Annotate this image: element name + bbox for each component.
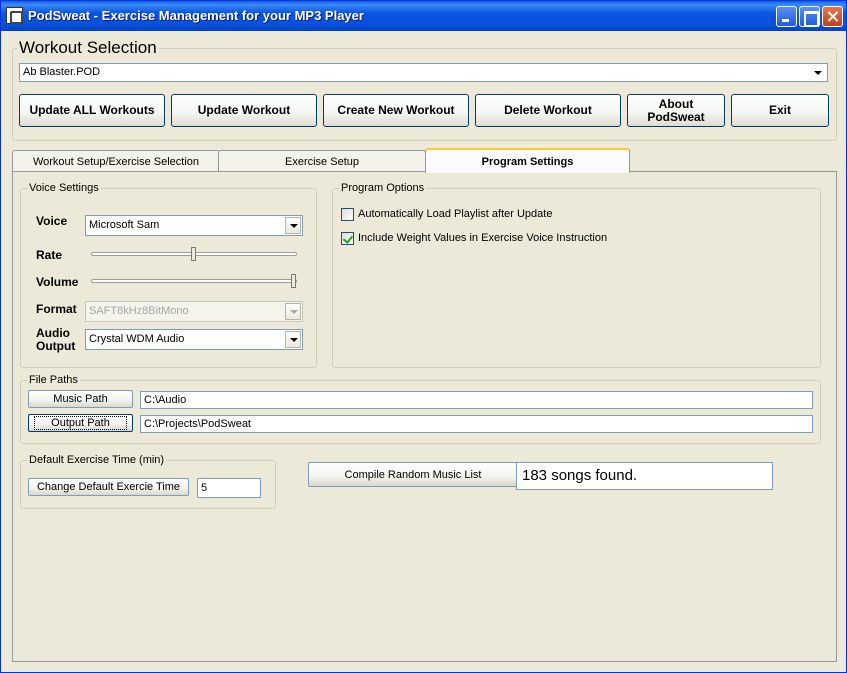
voice-settings-legend: Voice Settings xyxy=(29,182,99,194)
audio-output-label-line2: Output xyxy=(36,339,76,353)
update-all-workouts-button[interactable]: Update ALL Workouts xyxy=(19,94,165,127)
music-path-button[interactable]: Music Path xyxy=(28,390,133,408)
maximize-button[interactable] xyxy=(799,6,820,27)
volume-label: Volume xyxy=(36,275,79,289)
app-window: PodSweat - Exercise Management for your … xyxy=(0,0,847,673)
voice-label: Voice xyxy=(36,214,68,228)
volume-slider-thumb[interactable] xyxy=(291,274,296,288)
audio-output-label-line1: Audio xyxy=(36,326,70,340)
about-podsweat-button[interactable]: About PodSweat xyxy=(627,94,725,127)
tab-exercise-setup[interactable]: Exercise Setup xyxy=(218,150,426,172)
chevron-down-icon[interactable] xyxy=(285,217,301,234)
chevron-down-icon[interactable] xyxy=(810,65,826,80)
delete-workout-button[interactable]: Delete Workout xyxy=(475,94,621,127)
tab-program-settings[interactable]: Program Settings xyxy=(425,148,630,173)
workout-select-value: Ab Blaster.POD xyxy=(23,66,101,78)
exit-label: Exit xyxy=(768,103,791,117)
auto-load-playlist-label[interactable]: Automatically Load Playlist after Update xyxy=(358,208,552,220)
compile-status-field: 183 songs found. xyxy=(516,462,773,490)
output-path-button-label: Output Path xyxy=(34,416,127,430)
tab-workout-setup-label: Workout Setup/Exercise Selection xyxy=(32,155,200,168)
voice-select[interactable]: Microsoft Sam xyxy=(85,215,303,236)
program-options-legend: Program Options xyxy=(341,182,425,194)
voice-select-value: Microsoft Sam xyxy=(89,219,160,231)
tab-exercise-setup-label: Exercise Setup xyxy=(285,155,359,168)
tab-program-settings-label: Program Settings xyxy=(481,155,574,168)
update-workout-label: Update Workout xyxy=(197,103,291,117)
about-label-line1: About xyxy=(658,96,694,111)
output-path-button[interactable]: Output Path xyxy=(28,414,133,432)
delete-workout-label: Delete Workout xyxy=(504,103,592,117)
program-settings-panel: Voice Settings Voice Microsoft Sam Rate … xyxy=(12,171,837,662)
change-default-time-button[interactable]: Change Default Exercie Time xyxy=(28,478,189,496)
format-select-value: SAFT8kHz8BitMono xyxy=(89,305,189,317)
tab-workout-setup[interactable]: Workout Setup/Exercise Selection xyxy=(12,150,220,172)
format-label: Format xyxy=(36,302,77,316)
rate-slider-thumb[interactable] xyxy=(191,247,196,261)
default-exercise-time-legend: Default Exercise Time (min) xyxy=(29,454,165,466)
chevron-down-icon xyxy=(285,303,301,320)
create-new-workout-button[interactable]: Create New Workout xyxy=(323,94,469,127)
volume-slider[interactable] xyxy=(91,279,297,283)
audio-output-select-value: Crystal WDM Audio xyxy=(89,333,185,345)
music-path-button-label: Music Path xyxy=(53,393,108,405)
file-paths-group: File Paths xyxy=(20,374,821,444)
minimize-button[interactable] xyxy=(776,6,797,27)
update-workout-button[interactable]: Update Workout xyxy=(171,94,317,127)
change-default-time-label: Change Default Exercie Time xyxy=(36,481,181,493)
audio-output-select[interactable]: Crystal WDM Audio xyxy=(85,329,303,350)
rate-label: Rate xyxy=(36,248,63,262)
about-label-line2: PodSweat xyxy=(647,109,705,124)
output-path-field[interactable]: C:\Projects\PodSweat xyxy=(140,415,813,433)
exit-button[interactable]: Exit xyxy=(731,94,829,127)
compile-random-music-list-label: Compile Random Music List xyxy=(344,468,482,481)
compile-random-music-list-button[interactable]: Compile Random Music List xyxy=(308,462,518,487)
update-all-workouts-label: Update ALL Workouts xyxy=(29,103,155,117)
auto-load-playlist-checkbox[interactable] xyxy=(341,208,354,221)
workout-select[interactable]: Ab Blaster.POD xyxy=(19,63,828,82)
create-new-workout-label: Create New Workout xyxy=(337,103,455,117)
workout-selection-legend: Workout Selection xyxy=(19,38,157,57)
include-weight-label[interactable]: Include Weight Values in Exercise Voice … xyxy=(358,232,607,244)
include-weight-checkbox[interactable] xyxy=(341,232,354,245)
app-icon xyxy=(6,7,23,24)
file-paths-legend: File Paths xyxy=(29,374,78,386)
default-time-field[interactable]: 5 xyxy=(197,478,261,498)
window-title: PodSweat - Exercise Management for your … xyxy=(28,8,364,23)
chevron-down-icon[interactable] xyxy=(285,331,301,348)
music-path-field[interactable]: C:\Audio xyxy=(140,391,813,409)
format-select: SAFT8kHz8BitMono xyxy=(85,301,303,322)
close-button[interactable] xyxy=(822,6,843,27)
title-bar[interactable]: PodSweat - Exercise Management for your … xyxy=(1,1,846,31)
